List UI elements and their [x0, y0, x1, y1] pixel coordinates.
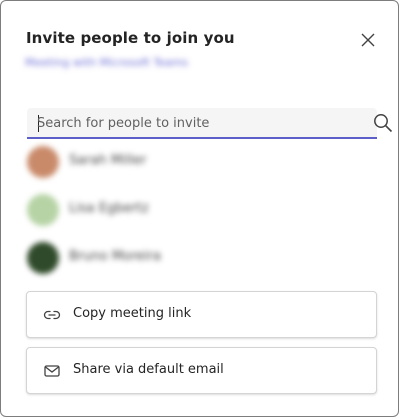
copy-meeting-link-button[interactable]: Copy meeting link: [26, 291, 377, 338]
search-box[interactable]: [27, 108, 393, 139]
avatar: [27, 242, 59, 274]
copy-meeting-link-label: Copy meeting link: [73, 306, 192, 321]
search-input[interactable]: [37, 112, 337, 134]
search-icon: [374, 114, 393, 133]
mail-icon: [43, 362, 61, 380]
person-item[interactable]: Lisa Egbertz: [23, 192, 323, 240]
share-via-email-label: Share via default email: [73, 362, 224, 377]
person-item[interactable]: Bruno Moreira: [23, 240, 323, 288]
avatar: [27, 194, 59, 226]
close-icon: [361, 33, 375, 47]
person-name: Bruno Moreira: [69, 249, 161, 264]
person-item[interactable]: Sarah Miller: [23, 144, 323, 192]
meeting-name: Meeting with Microsoft Teams: [25, 56, 189, 69]
search-button[interactable]: [372, 112, 394, 134]
close-button[interactable]: [357, 29, 379, 51]
link-icon: [43, 306, 61, 324]
person-name: Sarah Miller: [69, 153, 147, 168]
dialog-title: Invite people to join you: [26, 29, 235, 47]
person-name: Lisa Egbertz: [69, 201, 149, 216]
avatar: [27, 146, 59, 178]
share-via-email-button[interactable]: Share via default email: [26, 347, 377, 394]
invite-dialog: Invite people to join you Meeting with M…: [0, 0, 399, 417]
suggested-people-list: Sarah Miller Lisa Egbertz Bruno Moreira: [23, 144, 323, 288]
